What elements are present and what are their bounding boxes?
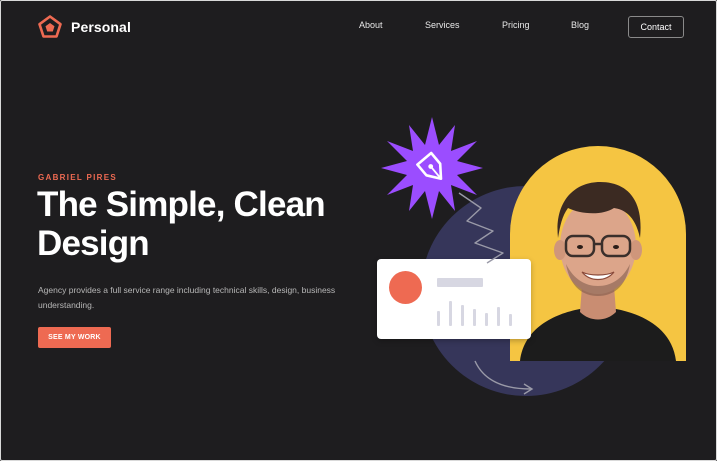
nav-link-pricing[interactable]: Pricing [502, 20, 530, 30]
page-frame: Personal About Services Pricing Blog Con… [0, 0, 717, 461]
card-bar [485, 313, 488, 326]
hero-description: Agency provides a full service range inc… [38, 283, 358, 313]
headline-line-1: The Simple, Clean [37, 185, 326, 224]
analytics-card [377, 259, 531, 339]
headline-line-2: Design [37, 224, 150, 263]
see-my-work-button[interactable]: SEE MY WORK [38, 327, 111, 348]
hero-headline: The Simple, Clean Design [37, 185, 367, 263]
card-text-placeholder [437, 278, 483, 287]
description-line-1: Agency provides a full service range inc… [38, 285, 336, 295]
person-portrait-image [520, 182, 676, 361]
hero-illustration [371, 111, 701, 421]
hero-eyebrow: GABRIEL PIRES [38, 173, 117, 182]
nav-link-services[interactable]: Services [425, 20, 460, 30]
card-bar [437, 311, 440, 326]
contact-button[interactable]: Contact [628, 16, 684, 38]
main-nav: About Services Pricing Blog [1, 20, 716, 34]
card-bar [509, 314, 512, 326]
profile-photo [510, 146, 686, 361]
nav-link-blog[interactable]: Blog [571, 20, 589, 30]
card-avatar-dot [389, 271, 422, 304]
pen-nib-badge [381, 117, 483, 219]
card-bar [497, 307, 500, 326]
card-bar [449, 301, 452, 326]
card-bar [473, 309, 476, 326]
nav-link-about[interactable]: About [359, 20, 383, 30]
description-line-2: understanding. [38, 300, 95, 310]
card-bar [461, 305, 464, 326]
